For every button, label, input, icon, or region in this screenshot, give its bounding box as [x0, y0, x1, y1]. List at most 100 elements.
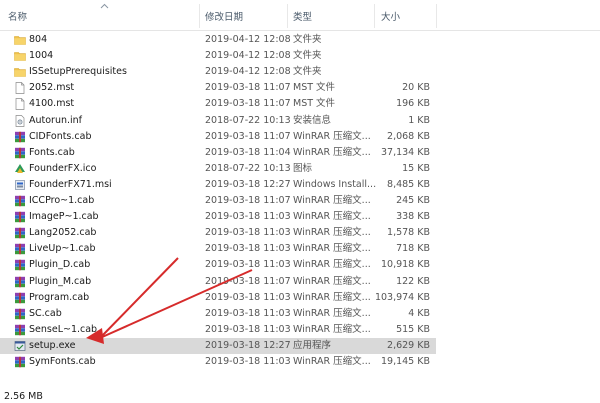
file-name: Program.cab — [29, 291, 90, 303]
file-type: 文件夹 — [293, 66, 322, 78]
file-name: ICCPro~1.cab — [29, 195, 95, 206]
file-type: Windows Install... — [293, 178, 377, 190]
folder-icon — [14, 34, 26, 46]
column-date[interactable]: 修改日期 — [205, 12, 243, 24]
file-size: 20 KB — [402, 82, 430, 94]
file-row[interactable]: Fonts.cab 2019-03-18 11:04 WinRAR 压缩文... 37… — [0, 145, 436, 161]
file-modified-date: 2019-03-18 11:07 — [205, 195, 291, 206]
file-type: WinRAR 压缩文... — [293, 291, 371, 303]
file-name: Autorun.inf — [29, 114, 83, 126]
file-row[interactable]: FounderFX.ico 2018-07-22 10:13 图标 15 KB — [0, 161, 436, 177]
file-modified-date: 2019-03-18 11:07 — [205, 98, 291, 110]
setup-exe-icon — [14, 340, 26, 352]
file-type: WinRAR 压缩文... — [293, 211, 371, 223]
sort-ascending-icon[interactable] — [100, 3, 109, 9]
column-size[interactable]: 大小 — [381, 12, 400, 24]
file-row[interactable]: CIDFonts.cab 2019-03-18 11:07 WinRAR 压缩文..… — [0, 129, 436, 145]
winrar-archive-icon — [14, 147, 26, 159]
file-row[interactable]: ISSetupPrerequisites 2019-04-12 12:08 文件夹 — [0, 64, 436, 80]
file-size: 37,134 KB — [380, 146, 430, 158]
file-size: 245 KB — [396, 195, 430, 206]
file-name: 804 — [29, 34, 48, 45]
file-name: LiveUp~1.cab — [29, 243, 96, 255]
file-type: WinRAR 压缩文... — [293, 243, 371, 255]
file-type: WinRAR 压缩文... — [293, 146, 371, 158]
file-modified-date: 2019-03-18 11:03 — [205, 227, 291, 239]
file-row[interactable]: 804 2019-04-12 12:08 文件夹 — [0, 32, 436, 48]
file-type: MST 文件 — [293, 82, 336, 94]
file-row[interactable]: setup.exe 2019-03-18 12:27 应用程序 2,629 KB — [0, 337, 436, 354]
file-size: 10,918 KB — [380, 259, 430, 271]
file-type: 图标 — [293, 162, 313, 174]
document-icon — [14, 82, 26, 95]
file-row[interactable]: Plugin_M.cab 2019-03-18 11:07 WinRAR 压缩文..… — [0, 274, 436, 290]
column-divider[interactable] — [199, 4, 200, 28]
file-name: SenseL~1.cab — [29, 323, 98, 335]
file-row[interactable]: ImageP~1.cab 2019-03-18 11:03 WinRAR 压缩文..… — [0, 209, 436, 225]
file-row[interactable]: 4100.mst 2019-03-18 11:07 MST 文件 196 KB — [0, 96, 436, 112]
file-name: FounderFX71.msi — [29, 178, 112, 190]
column-divider[interactable] — [436, 4, 437, 28]
file-size: 515 KB — [396, 323, 430, 335]
file-modified-date: 2018-07-22 10:13 — [205, 114, 291, 126]
winrar-archive-icon — [14, 195, 26, 207]
file-name: Lang2052.cab — [29, 227, 97, 239]
file-name: Fonts.cab — [29, 146, 75, 158]
file-modified-date: 2018-07-22 10:13 — [205, 162, 291, 174]
selection-size: 2.56 MB — [4, 391, 43, 402]
installer-package-icon — [14, 179, 26, 191]
winrar-archive-icon — [14, 308, 26, 320]
file-name: SC.cab — [29, 307, 62, 319]
winrar-archive-icon — [14, 211, 26, 223]
file-row[interactable]: Lang2052.cab 2019-03-18 11:03 WinRAR 压缩文..… — [0, 225, 436, 241]
file-size: 19,145 KB — [380, 356, 430, 367]
file-name: ISSetupPrerequisites — [29, 66, 127, 78]
file-size: 103,974 KB — [374, 291, 430, 303]
file-type: WinRAR 压缩文... — [293, 259, 371, 271]
file-name: 1004 — [29, 50, 54, 62]
file-row[interactable]: 1004 2019-04-12 12:08 文件夹 — [0, 48, 436, 64]
file-row[interactable]: SC.cab 2019-03-18 11:03 WinRAR 压缩文... 4 KB — [0, 306, 436, 322]
file-row[interactable]: Plugin_D.cab 2019-03-18 11:03 WinRAR 压缩文..… — [0, 257, 436, 273]
file-row[interactable]: Program.cab 2019-03-18 11:03 WinRAR 压缩文...… — [0, 290, 436, 306]
file-type: WinRAR 压缩文... — [293, 227, 371, 239]
file-size: 718 KB — [396, 243, 430, 255]
column-type[interactable]: 类型 — [293, 12, 312, 24]
file-name: setup.exe — [29, 339, 76, 351]
document-icon — [14, 98, 26, 111]
column-name[interactable]: 名称 — [8, 12, 27, 24]
file-type: WinRAR 压缩文... — [293, 323, 371, 335]
winrar-archive-icon — [14, 292, 26, 304]
file-type: WinRAR 压缩文... — [293, 130, 371, 142]
column-header: 名称 修改日期 类型 大小 — [0, 0, 600, 31]
winrar-archive-icon — [14, 324, 26, 336]
file-row[interactable]: 2052.mst 2019-03-18 11:07 MST 文件 20 KB — [0, 80, 436, 96]
column-divider[interactable] — [374, 4, 375, 28]
file-row[interactable]: Autorun.inf 2018-07-22 10:13 安装信息 1 KB — [0, 113, 436, 129]
winrar-archive-icon — [14, 243, 26, 255]
winrar-archive-icon — [14, 259, 26, 271]
file-row[interactable]: LiveUp~1.cab 2019-03-18 11:03 WinRAR 压缩文..… — [0, 241, 436, 257]
file-type: 应用程序 — [293, 339, 332, 351]
file-size: 8,485 KB — [387, 178, 430, 190]
winrar-archive-icon — [14, 356, 26, 368]
file-row[interactable]: SymFonts.cab 2019-03-18 11:03 WinRAR 压缩文..… — [0, 354, 436, 370]
file-row[interactable]: FounderFX71.msi 2019-03-18 12:27 Windows I… — [0, 177, 436, 193]
winrar-archive-icon — [14, 276, 26, 288]
status-bar: 2.56 MB — [4, 391, 43, 403]
file-modified-date: 2019-03-18 11:03 — [205, 291, 291, 303]
file-row[interactable]: ICCPro~1.cab 2019-03-18 11:07 WinRAR 压缩文..… — [0, 193, 436, 209]
file-size: 15 KB — [402, 162, 430, 174]
file-size: 1 KB — [408, 114, 430, 126]
folder-icon — [14, 66, 26, 78]
settings-file-icon — [14, 114, 26, 127]
folder-icon — [14, 50, 26, 62]
file-type: WinRAR 压缩文... — [293, 307, 371, 319]
file-row[interactable]: SenseL~1.cab 2019-03-18 11:03 WinRAR 压缩文..… — [0, 322, 436, 338]
file-size: 4 KB — [408, 307, 430, 319]
file-name: CIDFonts.cab — [29, 130, 92, 142]
file-size: 2,629 KB — [387, 339, 430, 351]
file-modified-date: 2019-04-12 12:08 — [205, 66, 291, 78]
file-name: 4100.mst — [29, 98, 75, 110]
column-divider[interactable] — [287, 4, 288, 28]
